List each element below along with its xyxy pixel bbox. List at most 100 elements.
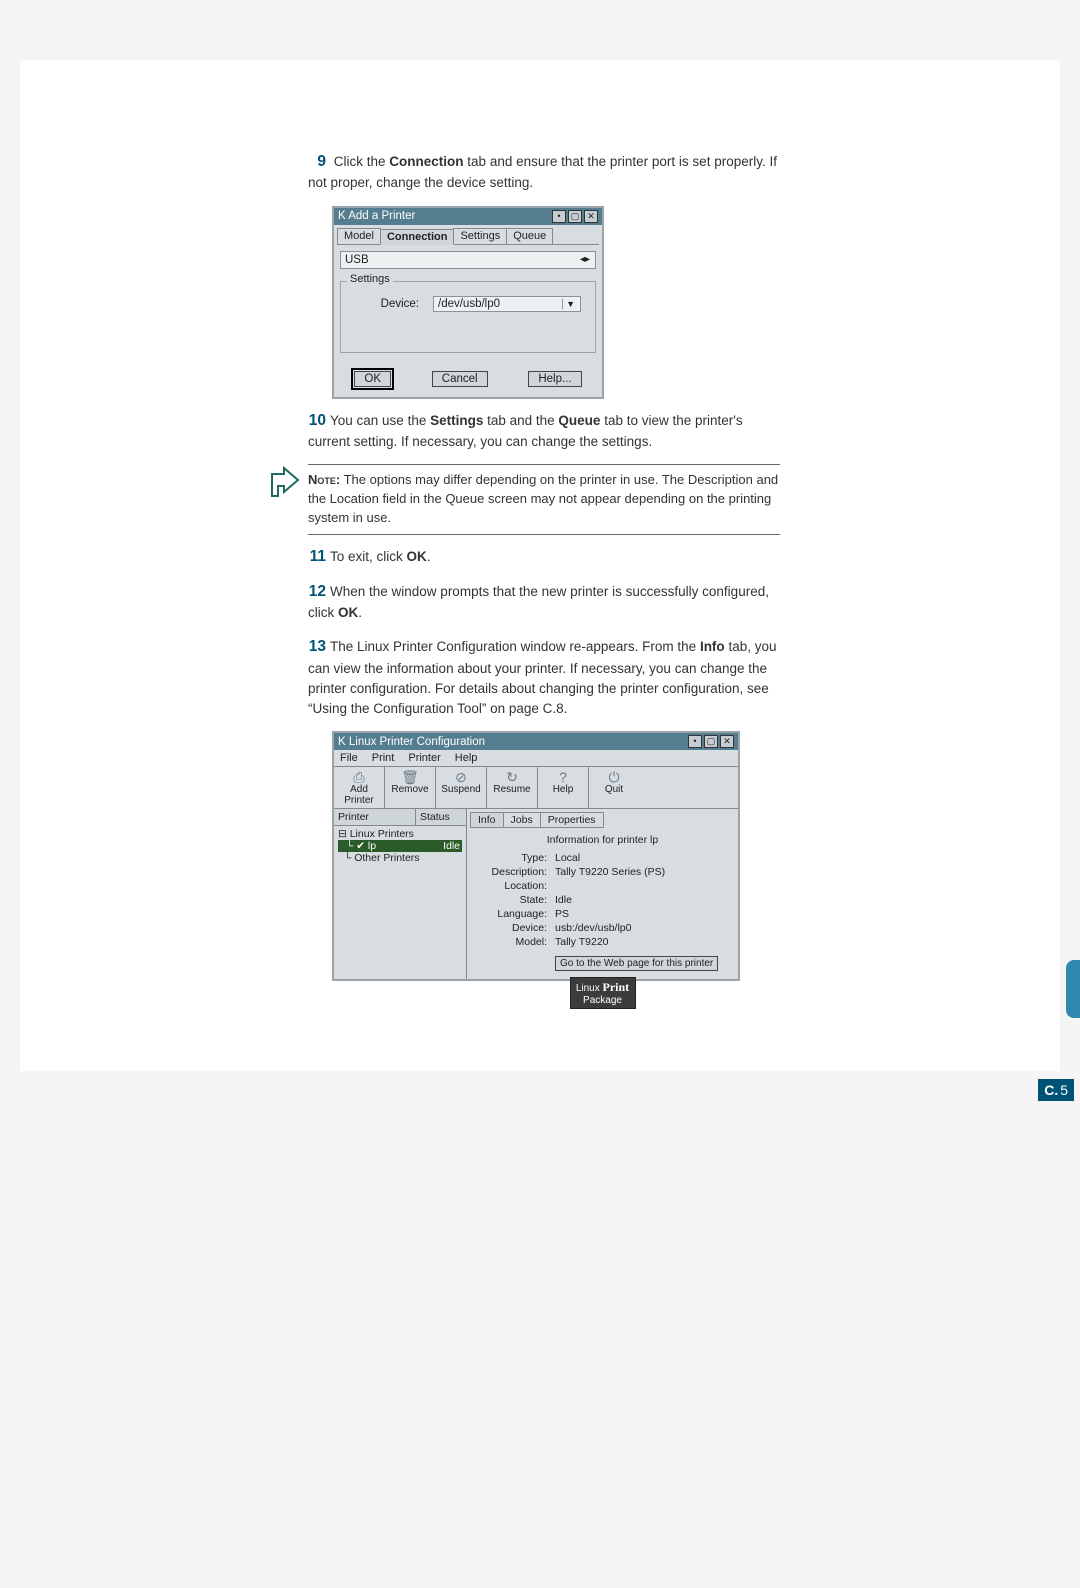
info-key: Description: (475, 866, 547, 878)
tab-model[interactable]: Model (337, 228, 381, 244)
menu-help[interactable]: Help (455, 752, 478, 764)
info-key: Model: (475, 936, 547, 948)
tab-jobs[interactable]: Jobs (503, 812, 541, 828)
port-select[interactable]: USB ◂▸ (340, 251, 596, 269)
port-value: USB (345, 254, 369, 266)
tree-item-lp[interactable]: └ ✔ lp Idle (338, 840, 462, 852)
printer-list-panel: Printer Status ⊟ Linux Printers └ ✔ lp I… (334, 809, 467, 979)
tab-info[interactable]: Info (470, 812, 504, 828)
appendix-badge: C (1066, 960, 1080, 1018)
device-label: Device: (349, 298, 419, 310)
menu-printer[interactable]: Printer (408, 752, 440, 764)
note-arrow-icon (268, 466, 302, 500)
chevron-down-icon[interactable]: ▼ (562, 299, 578, 309)
app-k-icon: K (338, 210, 348, 222)
dialog-titlebar: K Linux Printer Configuration • ▢ ✕ (334, 733, 738, 750)
exit-icon: ⏻ (589, 770, 639, 784)
ok-button[interactable]: OK (354, 371, 391, 387)
dialog-tabs: Model Connection Settings Queue (337, 228, 599, 245)
step-bold: Settings (430, 413, 483, 428)
device-combo[interactable]: /dev/usb/lp0 ▼ (433, 296, 581, 312)
info-value: usb:/dev/usb/lp0 (555, 922, 631, 934)
tab-settings[interactable]: Settings (453, 228, 507, 244)
step-text: tab and the (483, 413, 558, 428)
info-key: Device: (475, 922, 547, 934)
info-value: Tally T9220 (555, 936, 609, 948)
quit-button[interactable]: ⏻Quit (589, 767, 639, 808)
step-bold: Queue (558, 413, 600, 428)
step-12: 12When the window prompts that the new p… (308, 580, 780, 624)
note-text: The options may differ depending on the … (308, 472, 778, 525)
page-prefix: C. (1044, 1082, 1058, 1098)
tree-root[interactable]: ⊟ Linux Printers (338, 828, 462, 840)
printer-config-dialog: K Linux Printer Configuration • ▢ ✕ File… (332, 731, 740, 981)
logo-text: Print (603, 980, 630, 994)
minimize-icon[interactable]: • (552, 210, 566, 223)
step-number: 11 (308, 545, 326, 568)
go-to-web-button[interactable]: Go to the Web page for this printer (555, 956, 718, 971)
printer-icon: ⎙ (334, 770, 384, 784)
tree-label: Other Printers (354, 852, 419, 864)
info-value: PS (555, 908, 569, 920)
step-text: . (358, 605, 362, 620)
step-text: The Linux Printer Configuration window r… (330, 639, 700, 654)
tab-connection[interactable]: Connection (380, 229, 455, 245)
step-text: Click the (334, 154, 390, 169)
step-text: When the window prompts that the new pri… (308, 584, 769, 620)
info-key: Language: (475, 908, 547, 920)
settings-fieldset: Settings Device: /dev/usb/lp0 ▼ (340, 281, 596, 353)
step-number: 13 (308, 635, 326, 658)
trash-icon: 🗑 (385, 770, 435, 784)
minimize-icon[interactable]: • (688, 735, 702, 748)
close-icon[interactable]: ✕ (584, 210, 598, 223)
info-key: Type: (475, 852, 547, 864)
cancel-button[interactable]: Cancel (432, 371, 488, 387)
add-printer-button[interactable]: ⎙Add Printer (334, 767, 385, 808)
dialog-title: Linux Printer Configuration (349, 736, 485, 748)
info-key: Location: (475, 880, 547, 892)
fieldset-legend: Settings (347, 273, 393, 285)
info-value: Local (555, 852, 580, 864)
stop-icon: ⊘ (436, 770, 486, 784)
maximize-icon[interactable]: ▢ (704, 735, 718, 748)
tab-properties[interactable]: Properties (540, 812, 604, 828)
close-icon[interactable]: ✕ (720, 735, 734, 748)
tab-queue[interactable]: Queue (506, 228, 553, 244)
dialog-title: Add a Printer (348, 210, 415, 222)
toolbar-label: Help (553, 784, 574, 795)
remove-button[interactable]: 🗑Remove (385, 767, 436, 808)
info-value: Idle (555, 894, 572, 906)
step-bold: Info (700, 639, 725, 654)
device-value: /dev/usb/lp0 (438, 298, 500, 310)
note-label: Note: (308, 472, 340, 487)
step-bold: OK (407, 549, 427, 564)
tree-other[interactable]: └ Other Printers (338, 852, 462, 864)
help-button[interactable]: ?Help (538, 767, 589, 808)
resume-button[interactable]: ↻Resume (487, 767, 538, 808)
step-number: 10 (308, 409, 326, 432)
menu-print[interactable]: Print (372, 752, 395, 764)
page-number: C.5 (1038, 1079, 1074, 1101)
dialog-titlebar: K Add a Printer • ▢ ✕ (334, 208, 602, 225)
maximize-icon[interactable]: ▢ (568, 210, 582, 223)
step-number: 9 (308, 150, 326, 173)
menu-file[interactable]: File (340, 752, 358, 764)
spinner-icon[interactable]: ◂▸ (579, 254, 591, 265)
tree-label: lp (368, 840, 376, 852)
logo-text: Package (583, 995, 622, 1006)
step-bold: OK (338, 605, 358, 620)
col-printer: Printer (334, 809, 416, 825)
tree-label: Linux Printers (350, 828, 414, 840)
linux-print-logo: Linux PrintPackage (570, 977, 636, 1009)
help-button[interactable]: Help... (528, 371, 581, 387)
step-bold: Connection (389, 154, 463, 169)
note-block: Note: The options may differ depending o… (268, 464, 780, 535)
info-header: Information for printer lp (475, 834, 730, 846)
help-icon: ? (538, 770, 588, 784)
info-key: State: (475, 894, 547, 906)
menubar: File Print Printer Help (334, 750, 738, 767)
suspend-button[interactable]: ⊘Suspend (436, 767, 487, 808)
toolbar-label: Add Printer (344, 784, 373, 806)
step-13: 13 The Linux Printer Configuration window… (308, 635, 780, 719)
logo-text: Linux (576, 983, 603, 994)
